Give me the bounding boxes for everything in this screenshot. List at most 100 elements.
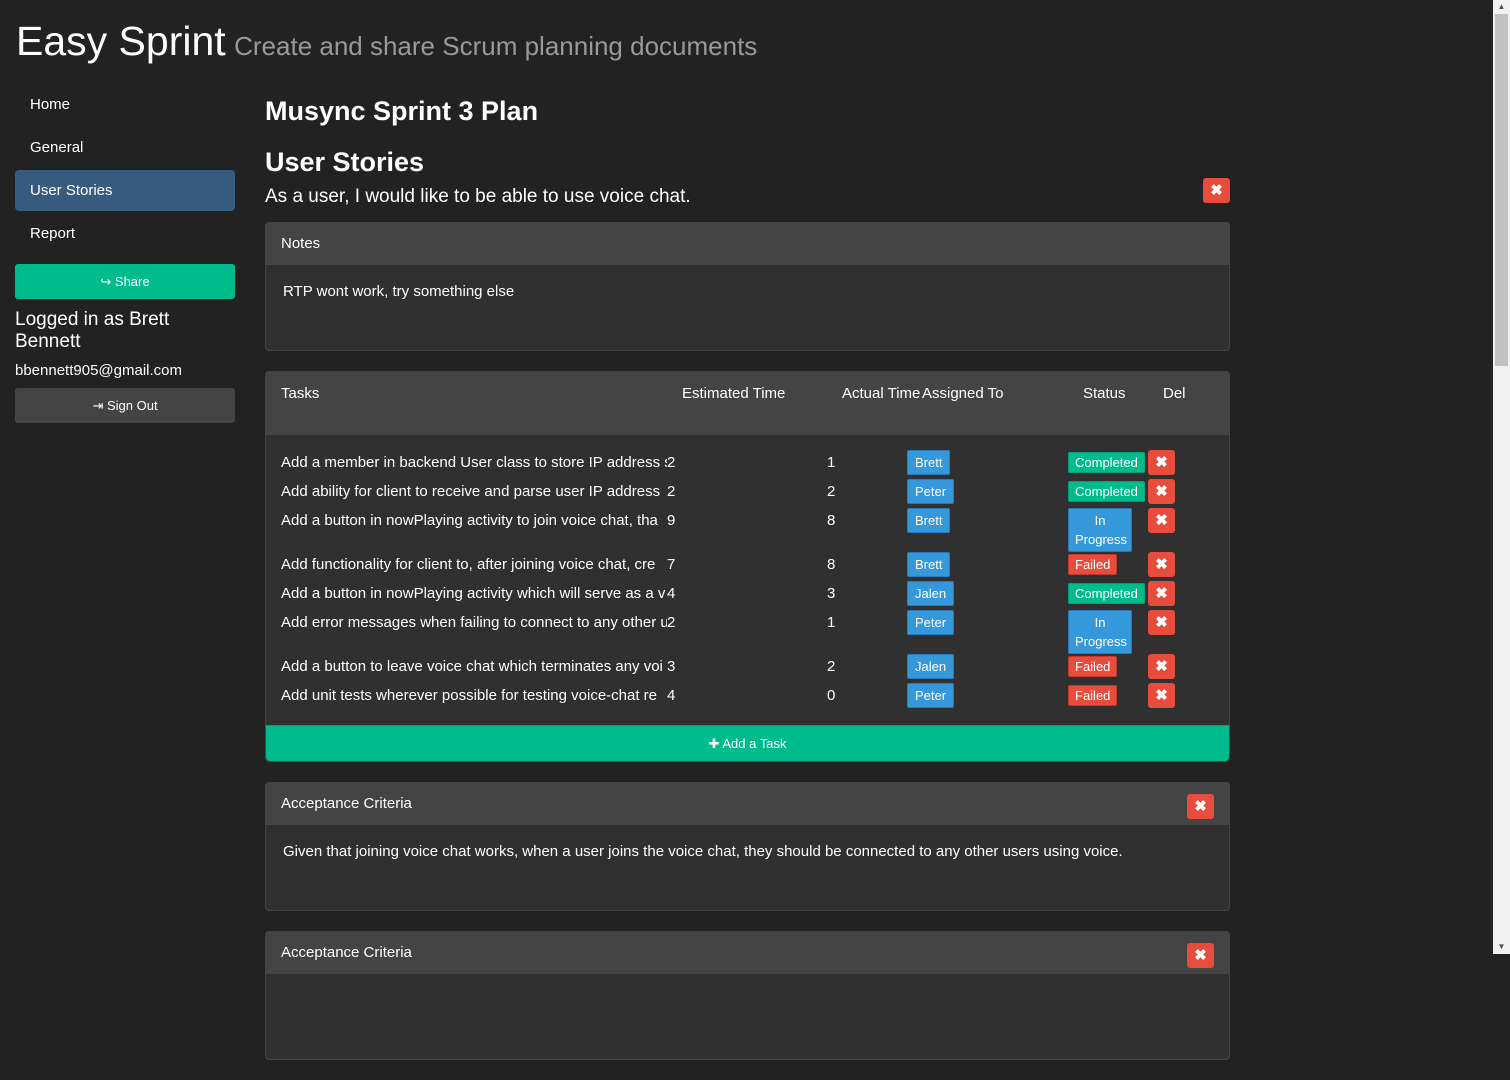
task-estimated-time: 2 [667,454,676,471]
task-del-cell: ✖ [1148,653,1196,682]
task-estimated-time: 3 [667,658,676,675]
status-badge[interactable]: Failed [1068,656,1118,677]
acceptance-criteria-title: Acceptance Criteria [281,944,412,961]
status-badge[interactable]: Failed [1068,685,1118,706]
delete-acceptance-criteria-button[interactable]: ✖ [1187,794,1214,819]
plus-icon: ✚ [708,736,720,751]
task-status-cell: In Progress [1068,507,1148,552]
task-actual-time: 1 [827,614,836,631]
task-estimated-time: 4 [667,585,676,602]
task-estimated-time: 2 [667,483,676,500]
acceptance-criteria-body[interactable]: Given that joining voice chat works, whe… [266,825,1229,910]
task-assigned-cell: Peter [907,682,1068,711]
task-name[interactable]: Add a button in nowPlaying activity whic… [281,580,667,609]
task-row: Add unit tests wherever possible for tes… [281,682,1214,711]
delete-task-button[interactable]: ✖ [1148,654,1175,679]
acceptance-criteria-body[interactable] [266,974,1229,1059]
task-del-cell: ✖ [1148,551,1196,580]
del-col-header: Del [1163,385,1186,402]
task-del-cell: ✖ [1148,682,1196,711]
task-estimated-time: 7 [667,556,676,573]
task-name[interactable]: Add functionality for client to, after j… [281,551,667,580]
acceptance-criteria-heading: Acceptance Criteria ✖ [266,783,1229,825]
vertical-scrollbar[interactable]: ▲ ▼ [1493,0,1510,954]
notes-heading: Notes [266,223,1229,265]
add-task-label: Add a Task [722,736,787,751]
task-row: Add a button to leave voice chat which t… [281,653,1214,682]
status-col-header: Status [1083,385,1126,402]
sidebar-item-user-stories[interactable]: User Stories [15,170,235,211]
app-subtitle: Create and share Scrum planning document… [234,31,758,61]
task-row: Add a button in nowPlaying activity to j… [281,507,1214,552]
assignee-badge[interactable]: Brett [907,508,951,533]
task-name[interactable]: Add error messages when failing to conne… [281,609,667,653]
sidebar-item-report[interactable]: Report [15,213,235,254]
tasks-header-row: Tasks Estimated Time Actual Time Assigne… [266,372,1229,435]
task-row: Add ability for client to receive and pa… [281,478,1214,507]
assignee-badge[interactable]: Peter [907,479,955,504]
task-row: Add functionality for client to, after j… [281,551,1214,580]
section-title: User Stories [265,147,425,177]
status-badge[interactable]: Completed [1068,481,1145,502]
status-badge[interactable]: In Progress [1068,508,1132,552]
tasks-table-body: Add a member in backend User class to st… [266,435,1229,725]
task-del-cell: ✖ [1148,449,1196,478]
task-actual-time: 1 [827,454,836,471]
task-name[interactable]: Add a member in backend User class to st… [281,449,667,478]
sign-out-icon: ⇥ [92,398,104,413]
share-label: Share [114,274,150,289]
assignee-badge[interactable]: Peter [907,683,955,708]
acceptance-criteria-title: Acceptance Criteria [281,795,412,812]
task-status-cell: Failed [1068,551,1148,580]
assignee-badge[interactable]: Peter [907,610,955,635]
notes-body[interactable]: RTP wont work, try something else [266,265,1229,350]
task-status-cell: Completed [1068,449,1148,478]
task-row: Add a button in nowPlaying activity whic… [281,580,1214,609]
task-assigned-cell: Brett [907,551,1068,580]
task-status-cell: Failed [1068,653,1148,682]
delete-task-button[interactable]: ✖ [1148,610,1175,635]
share-icon: ↪ [100,274,112,289]
delete-task-button[interactable]: ✖ [1148,581,1175,606]
task-row: Add error messages when failing to conne… [281,609,1214,654]
status-badge[interactable]: Completed [1068,583,1145,604]
task-name[interactable]: Add a button in nowPlaying activity to j… [281,507,667,551]
user-story: As a user, I would like to be able to us… [265,178,1230,222]
status-badge[interactable]: Failed [1068,554,1118,575]
sidebar-item-home[interactable]: Home [15,84,235,125]
add-task-button[interactable]: ✚ Add a Task [266,725,1229,761]
status-badge[interactable]: Completed [1068,452,1145,473]
scroll-up-arrow-icon[interactable]: ▲ [1493,0,1510,14]
sign-out-button[interactable]: ⇥ Sign Out [15,388,235,423]
delete-task-button[interactable]: ✖ [1148,552,1175,577]
delete-task-button[interactable]: ✖ [1148,683,1175,708]
actual-time-col-header: Actual Time [842,385,921,402]
task-name[interactable]: Add a button to leave voice chat which t… [281,653,667,682]
assignee-badge[interactable]: Jalen [907,581,955,606]
delete-task-button[interactable]: ✖ [1148,450,1175,475]
task-del-cell: ✖ [1148,580,1196,609]
task-del-cell: ✖ [1148,609,1196,653]
sidebar-item-general[interactable]: General [15,127,235,168]
app-header: Easy Sprint Create and share Scrum plann… [16,18,757,65]
scroll-down-arrow-icon[interactable]: ▼ [1493,940,1510,954]
assigned-to-col-header: Assigned To [922,385,1004,402]
delete-story-button[interactable]: ✖ [1203,178,1230,203]
acceptance-criteria-panel: Acceptance Criteria ✖ [265,931,1230,1060]
delete-task-button[interactable]: ✖ [1148,508,1175,533]
assignee-badge[interactable]: Brett [907,450,951,475]
status-badge[interactable]: In Progress [1068,610,1132,654]
task-name[interactable]: Add unit tests wherever possible for tes… [281,682,667,711]
task-name[interactable]: Add ability for client to receive and pa… [281,478,667,507]
task-assigned-cell: Jalen [907,580,1068,609]
scrollbar-thumb[interactable] [1495,14,1508,366]
task-estimated-time: 9 [667,512,676,529]
share-button[interactable]: ↪ Share [15,264,235,299]
assignee-badge[interactable]: Jalen [907,654,955,679]
delete-task-button[interactable]: ✖ [1148,479,1175,504]
assignee-badge[interactable]: Brett [907,552,951,577]
task-row: Add a member in backend User class to st… [281,449,1214,478]
tasks-panel: Tasks Estimated Time Actual Time Assigne… [265,371,1230,762]
delete-acceptance-criteria-button[interactable]: ✖ [1187,943,1214,968]
main-content: Musync Sprint 3 Plan User Stories As a u… [265,92,1230,1080]
